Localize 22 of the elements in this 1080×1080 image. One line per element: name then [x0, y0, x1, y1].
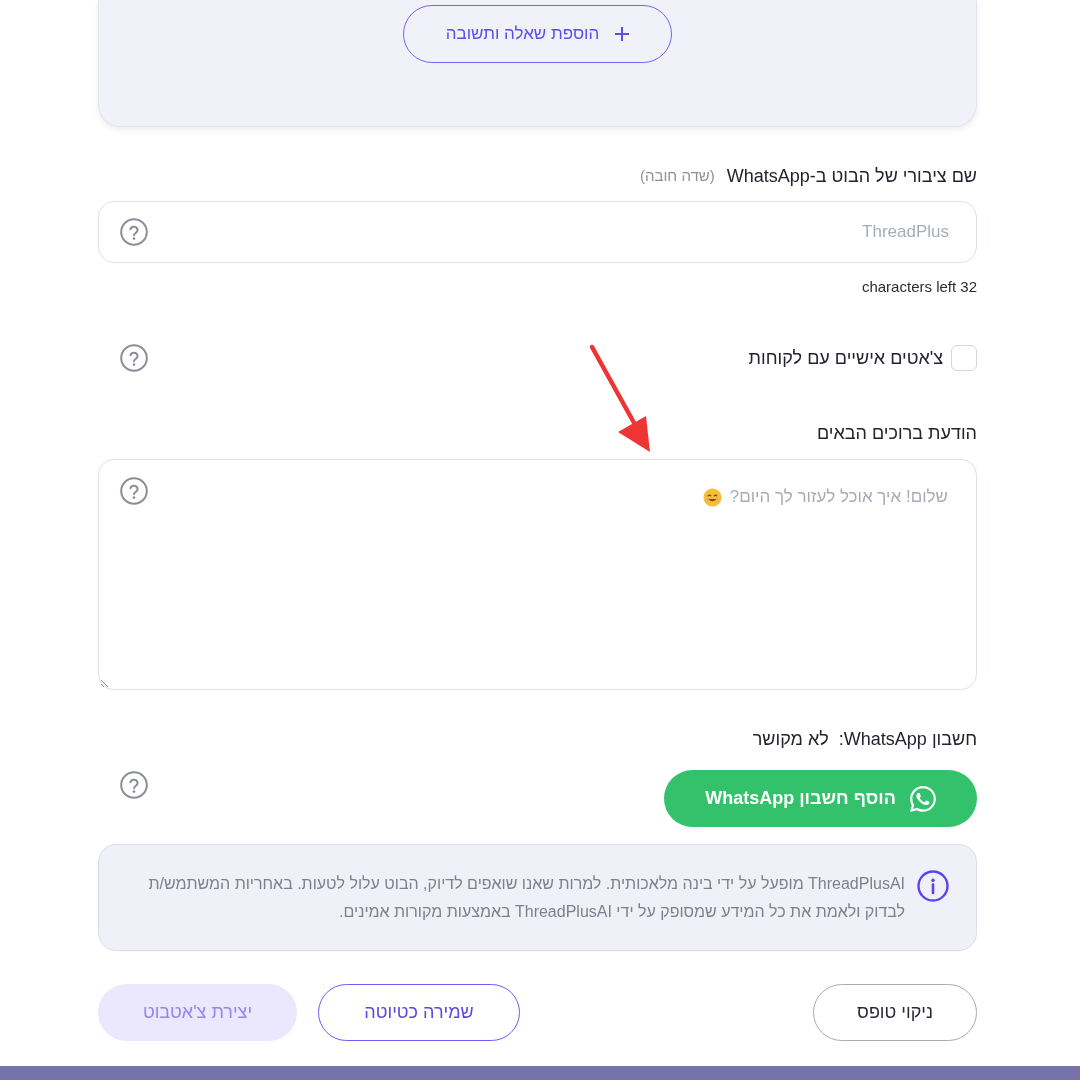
account-status: לא מקושר	[752, 728, 829, 751]
smiley-icon	[702, 488, 722, 507]
character-counter: characters left 32	[861, 277, 977, 297]
checkbox-label: צ'אטים אישיים עם לקוחות	[748, 347, 943, 370]
help-icon[interactable]	[120, 771, 148, 799]
account-label: חשבון WhatsApp:	[838, 728, 977, 751]
info-icon	[917, 870, 949, 902]
whatsapp-icon	[909, 785, 936, 812]
notice-text: ThreadPlusAI מופעל על ידי בינה מלאכותית. למרות שאנו שואפים לדיוק, הבוט עלול לטעות. באחריות המשתמש/ת לבדוק ולאמת את כל המידע שמסופק על ידי ThreadPlusAI באמצעות מקורות אמינים.	[147, 874, 905, 922]
required-note: (שדה חובה)	[639, 166, 715, 186]
message-placeholder: שלום! איך אוכל לעזור לך היום?	[729, 486, 948, 508]
field-label: שם ציבורי של הבוט ב-WhatsApp	[726, 165, 977, 188]
plus-icon	[615, 27, 630, 41]
help-icon[interactable]	[120, 344, 148, 372]
resize-handle-icon[interactable]	[100, 678, 110, 688]
bot-name-input[interactable]: ThreadPlus	[98, 201, 977, 263]
help-icon[interactable]	[120, 218, 148, 246]
save-draft-button[interactable]: שמירה כטיוטה	[318, 984, 520, 1041]
field-label: הודעת ברוכים הבאים	[817, 422, 977, 445]
help-icon[interactable]	[120, 477, 148, 505]
checkbox[interactable]	[951, 345, 977, 371]
clear-form-button[interactable]: ניקוי טופס	[813, 984, 977, 1041]
